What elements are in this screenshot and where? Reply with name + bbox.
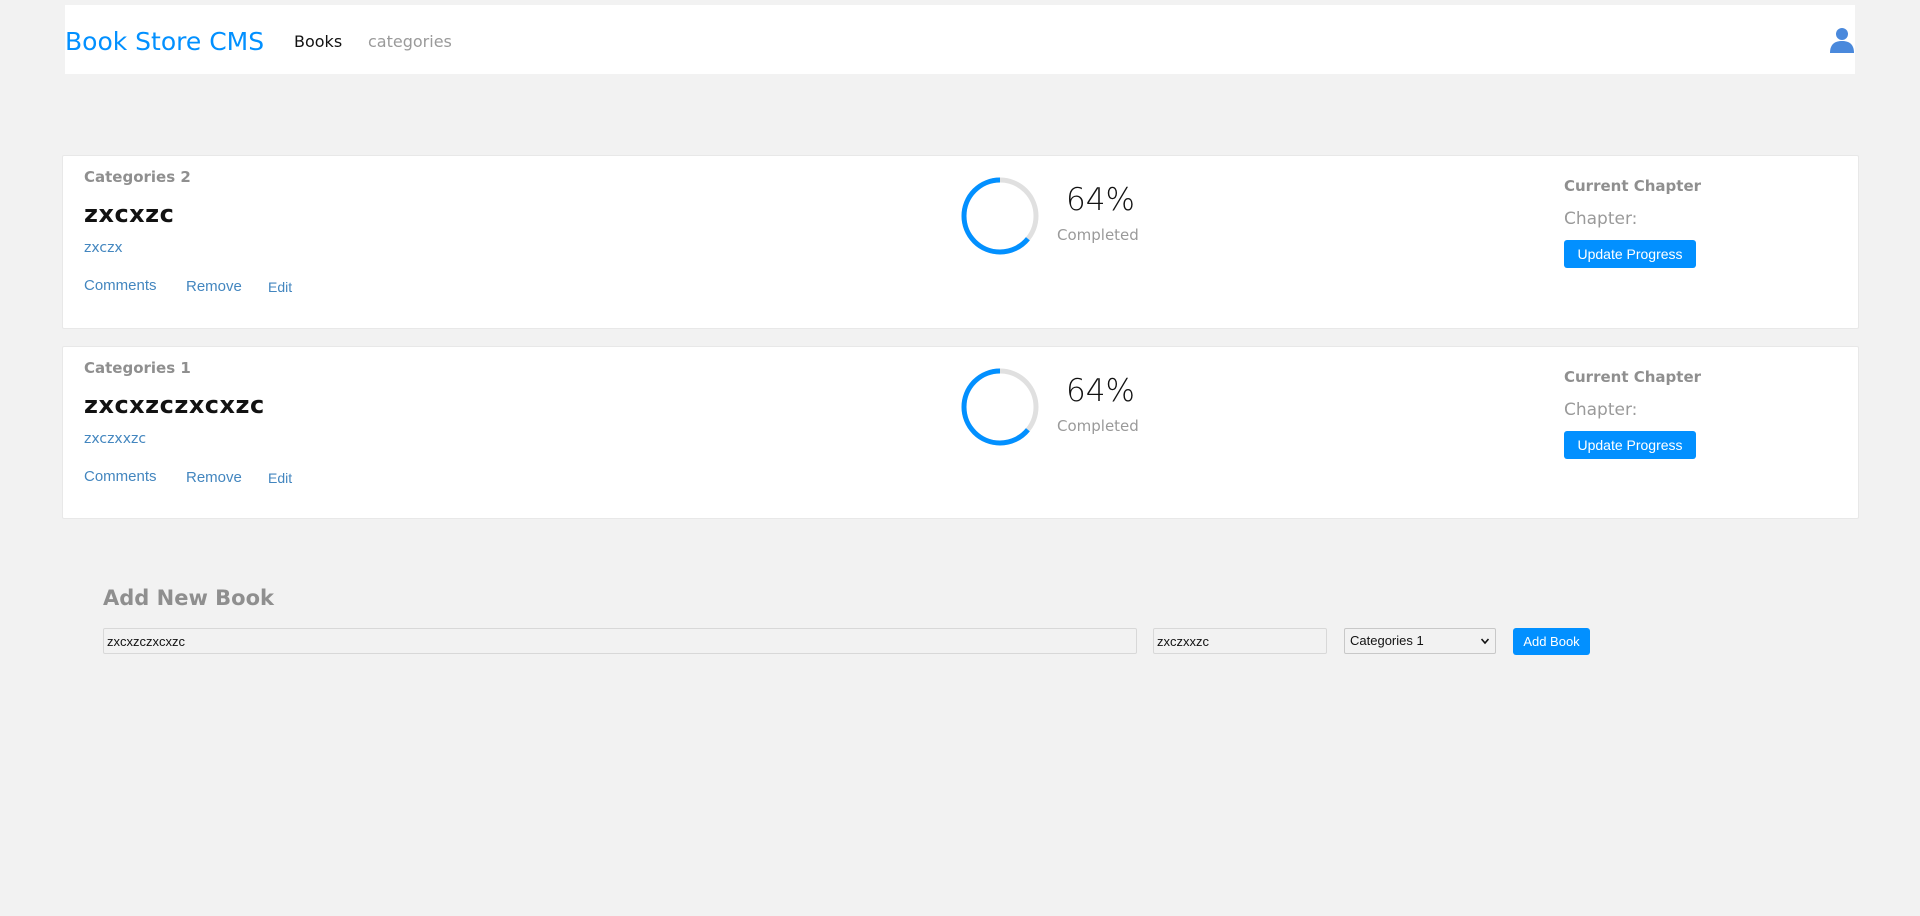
book-card: Categories 1 zxcxzczxcxzc zxczxxzc Comme… xyxy=(62,346,1859,519)
chapter-label: Chapter: xyxy=(1564,209,1638,229)
book-category: Categories 2 xyxy=(84,168,191,186)
progress-percent: 64% xyxy=(1066,373,1135,409)
book-title: zxcxzczxcxzc xyxy=(84,391,265,419)
add-book-heading: Add New Book xyxy=(103,586,274,610)
user-icon[interactable] xyxy=(1829,27,1855,53)
brand-logo-text[interactable]: Book Store CMS xyxy=(65,27,264,57)
category-select[interactable]: Categories 1 xyxy=(1344,628,1496,654)
book-author[interactable]: zxczx xyxy=(84,239,123,257)
add-book-button[interactable]: Add Book xyxy=(1513,628,1590,655)
progress-completed-label: Completed xyxy=(1057,226,1139,244)
remove-button[interactable]: Remove xyxy=(186,468,242,488)
progress-completed-label: Completed xyxy=(1057,417,1139,435)
update-progress-button[interactable]: Update Progress xyxy=(1564,431,1696,459)
book-card: Categories 2 zxcxzc zxczx Comments Remov… xyxy=(62,155,1859,329)
book-author-input[interactable] xyxy=(1153,628,1327,654)
progress-ring xyxy=(961,368,1039,446)
remove-button[interactable]: Remove xyxy=(186,277,242,297)
progress-indicator: 64% Completed xyxy=(960,367,1160,447)
app-header: Book Store CMS Books categories xyxy=(65,5,1855,74)
book-title: zxcxzc xyxy=(84,200,175,228)
progress-indicator: 64% Completed xyxy=(960,176,1160,256)
book-title-input[interactable] xyxy=(103,628,1137,654)
category-select-value: Categories 1 xyxy=(1350,633,1424,648)
edit-button[interactable]: Edit xyxy=(268,277,292,297)
comments-button[interactable]: Comments xyxy=(84,276,157,296)
edit-button[interactable]: Edit xyxy=(268,468,292,488)
comments-button[interactable]: Comments xyxy=(84,467,157,487)
nav-item-books[interactable]: Books xyxy=(294,32,342,52)
chevron-down-icon xyxy=(1481,638,1489,645)
book-category: Categories 1 xyxy=(84,359,191,377)
book-author[interactable]: zxczxxzc xyxy=(84,430,146,448)
nav-item-categories[interactable]: categories xyxy=(368,32,452,52)
progress-ring xyxy=(961,177,1039,255)
current-chapter-heading: Current Chapter xyxy=(1564,177,1702,195)
current-chapter-heading: Current Chapter xyxy=(1564,368,1702,386)
update-progress-button[interactable]: Update Progress xyxy=(1564,240,1696,268)
progress-percent: 64% xyxy=(1066,182,1135,218)
chapter-label: Chapter: xyxy=(1564,400,1638,420)
